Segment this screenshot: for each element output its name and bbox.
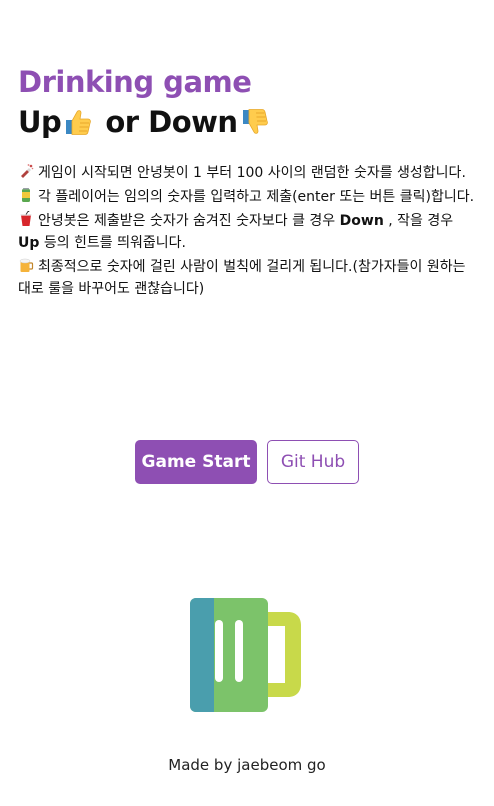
hint-up: Up <box>18 235 40 251</box>
rule-text: 게임이 시작되면 안녕봇이 1 부터 100 사이의 랜덤한 숫자를 생성합니다… <box>38 165 466 181</box>
rule-text-before: 안녕봇은 제출받은 숫자가 숨겨진 숫자보다 클 경우 <box>38 213 340 229</box>
thumbs-down-icon <box>238 106 270 138</box>
rule-text: 각 플레이어는 임의의 숫자를 입력하고 제출(enter 또는 버튼 클릭)합… <box>38 189 475 205</box>
page-title: Drinking game <box>18 65 252 99</box>
beer-mug-logo-icon <box>190 598 304 712</box>
rule-item: 게임이 시작되면 안녕봇이 1 부터 100 사이의 랜덤한 숫자를 생성합니다… <box>18 162 478 184</box>
bottle-popping-icon <box>18 163 34 179</box>
header: Drinking game Up or Down <box>18 62 478 142</box>
beer-mug-icon <box>18 257 34 273</box>
action-buttons: Game Start Git Hub <box>0 440 494 484</box>
github-button[interactable]: Git Hub <box>267 440 359 484</box>
thumbs-up-icon <box>61 106 93 138</box>
rule-item: 안녕봇은 제출받은 숫자가 숨겨진 숫자보다 클 경우 Down , 작을 경우… <box>18 210 478 254</box>
rule-text-middle: , 작을 경우 <box>383 213 454 229</box>
rule-text-after: 등의 힌트를 띄워줍니다. <box>39 235 186 251</box>
game-start-button[interactable]: Game Start <box>135 440 257 484</box>
rule-item: 최종적으로 숫자에 걸린 사람이 벌칙에 걸리게 됩니다.(참가자들이 원하는대… <box>18 256 478 300</box>
rule-text: 최종적으로 숫자에 걸린 사람이 벌칙에 걸리게 됩니다.(참가자들이 원하는대… <box>18 259 466 297</box>
beverage-can-icon <box>18 187 34 203</box>
page-subtitle: Up or Down <box>18 102 478 142</box>
rule-item: 각 플레이어는 임의의 숫자를 입력하고 제출(enter 또는 버튼 클릭)합… <box>18 186 478 208</box>
subtitle-or-down: or Down <box>105 105 238 139</box>
footer-credit: Made by jaebeom go <box>168 756 326 774</box>
rules-list: 게임이 시작되면 안녕봇이 1 부터 100 사이의 랜덤한 숫자를 생성합니다… <box>18 162 478 302</box>
subtitle-up: Up <box>18 105 62 139</box>
cup-with-straw-icon <box>18 211 34 227</box>
hint-down: Down <box>339 213 384 229</box>
